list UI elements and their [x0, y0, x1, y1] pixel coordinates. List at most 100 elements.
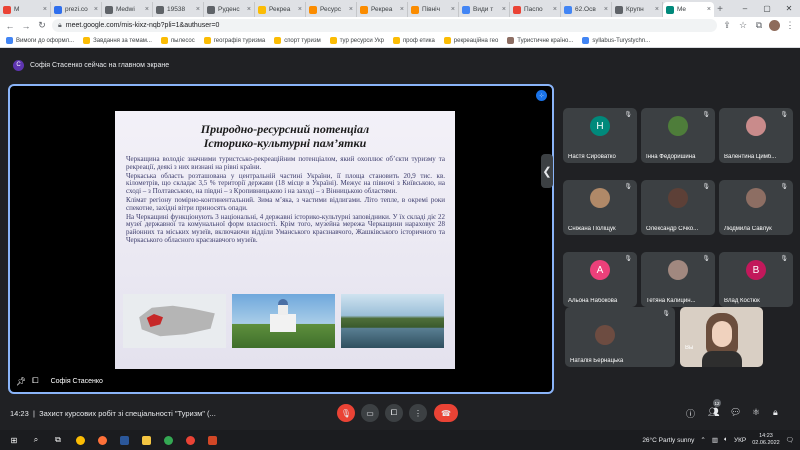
pin-icon[interactable]: 📌︎	[16, 377, 26, 386]
tab-close-icon[interactable]: ×	[604, 6, 608, 13]
search-icon[interactable]: ⌕	[28, 433, 44, 447]
tab-close-icon[interactable]: ×	[247, 6, 251, 13]
bookmark-item[interactable]: географія туризма	[203, 37, 265, 44]
tab-close-icon[interactable]: ×	[145, 6, 149, 13]
bookmark-item[interactable]: Туристичне країно...	[507, 37, 573, 44]
tab-close-icon[interactable]: ×	[553, 6, 557, 13]
bookmark-item[interactable]: проф етика	[392, 37, 435, 44]
participant-tile[interactable]: 🎙︎ Тетяна Калицин...	[641, 252, 715, 307]
maximize-icon[interactable]: ▢	[756, 4, 778, 13]
browser-tab[interactable]: Me ×	[663, 2, 714, 17]
browser-tab[interactable]: Рекреа ×	[255, 2, 306, 17]
browser-tab[interactable]: prezi.co ×	[51, 2, 102, 17]
notifications-icon[interactable]: 🗨︎	[786, 436, 794, 444]
bookmark-label: пылесос	[170, 37, 195, 44]
chrome-active-icon[interactable]	[182, 433, 198, 447]
self-video-tile[interactable]: Вы	[680, 307, 763, 367]
back-icon[interactable]: ←	[4, 20, 16, 32]
extensions-icon[interactable]: ⧉	[753, 20, 765, 32]
tab-label: M	[14, 6, 20, 13]
tab-close-icon[interactable]: ×	[707, 6, 711, 13]
tab-close-icon[interactable]: ×	[655, 6, 659, 13]
presenter-name: Софія Стасенко	[50, 377, 103, 385]
participant-tile[interactable]: 🎙︎ Н Настя Сироватко	[563, 108, 637, 163]
clock[interactable]: 14:23 02.06.2022	[752, 433, 780, 447]
meeting-controls: 14:23 | Захист курсових робіт зі спеціал…	[0, 402, 800, 424]
bookmark-item[interactable]: Завдання за темам...	[83, 37, 152, 44]
browser-tab[interactable]: M ×	[0, 2, 51, 17]
tab-close-icon[interactable]: ×	[94, 6, 98, 13]
participant-tile[interactable]: 🎙︎ Інна Федоришина	[641, 108, 715, 163]
tab-close-icon[interactable]: ×	[298, 6, 302, 13]
close-window-icon[interactable]: ✕	[778, 4, 800, 13]
browser-tab[interactable]: Крупн ×	[612, 2, 663, 17]
activities-icon[interactable]: ⚛︎	[752, 407, 760, 418]
collapse-chevron-icon[interactable]: ❮	[541, 154, 553, 188]
tab-close-icon[interactable]: ×	[196, 6, 200, 13]
tray-arrow-icon[interactable]: ⌃	[700, 436, 705, 444]
meeting-details-icon[interactable]: ⓘ	[686, 407, 695, 420]
chrome-alt-icon[interactable]	[160, 433, 176, 447]
forward-icon[interactable]: →	[20, 20, 32, 32]
word-icon[interactable]	[116, 433, 132, 447]
firefox-icon[interactable]	[94, 433, 110, 447]
chat-icon[interactable]: 💬︎	[730, 407, 741, 418]
weather-widget[interactable]: 26°C Partly sunny	[642, 437, 694, 444]
browser-tab[interactable]: Рекреа ×	[357, 2, 408, 17]
people-icon[interactable]: 👥︎	[708, 407, 719, 418]
browser-tab[interactable]: Північ ×	[408, 2, 459, 17]
reload-icon[interactable]: ↻	[36, 20, 48, 32]
bookmark-item[interactable]: рекреаційна гео	[443, 37, 498, 44]
more-options-button[interactable]: ⋮	[409, 404, 427, 422]
participant-tile[interactable]: 🎙︎ В Влад Костюк	[719, 252, 793, 307]
language-indicator[interactable]: УКР	[734, 437, 746, 444]
browser-tab[interactable]: Medwi ×	[102, 2, 153, 17]
network-icon[interactable]: ▥	[712, 436, 718, 444]
volume-icon[interactable]: 🔈︎	[724, 436, 728, 444]
leave-call-button[interactable]: ☎︎	[434, 404, 458, 422]
tab-close-icon[interactable]: ×	[502, 6, 506, 13]
main-presentation-tile[interactable]: ⁘ Природно-ресурсний потенціал Історико-…	[8, 84, 554, 394]
bookmark-item[interactable]: тур ресурси Укр	[329, 37, 384, 44]
browser-tab[interactable]: Ресурс ×	[306, 2, 357, 17]
bookmark-item[interactable]: Вимоги до оформл...	[6, 37, 74, 44]
powerpoint-icon[interactable]	[204, 433, 220, 447]
url-input[interactable]: 🔒︎ meet.google.com/mis-kixz-nqb?pli=1&au…	[52, 19, 717, 32]
tab-close-icon[interactable]: ×	[400, 6, 404, 13]
tab-close-icon[interactable]: ×	[349, 6, 353, 13]
new-tab-button[interactable]: +	[714, 2, 726, 17]
browser-menu-icon[interactable]: ⋮	[784, 20, 796, 32]
chrome-icon[interactable]	[72, 433, 88, 447]
participant-tile[interactable]: 🎙︎ Наталія Бернацька	[565, 307, 675, 367]
host-controls-icon[interactable]: 🔒︎	[773, 407, 778, 418]
browser-tab[interactable]: Види т ×	[459, 2, 510, 17]
mic-off-button[interactable]: 🎙︎	[337, 404, 355, 422]
browser-tab[interactable]: 19538 ×	[153, 2, 204, 17]
layout-icon[interactable]: ⁘	[536, 90, 547, 101]
participant-tile[interactable]: 🎙︎ А Альона Набокова	[563, 252, 637, 307]
browser-tab[interactable]: Паспо ×	[510, 2, 561, 17]
minimize-icon[interactable]: –	[734, 4, 756, 13]
tab-close-icon[interactable]: ×	[43, 6, 47, 13]
bookmark-star-icon[interactable]: ☆	[737, 20, 749, 32]
browser-tab[interactable]: Руденс ×	[204, 2, 255, 17]
windows-start-icon[interactable]: ⊞	[6, 433, 22, 447]
participant-tile[interactable]: 🎙︎ Олександр Січко...	[641, 180, 715, 235]
participant-tile[interactable]: 🎙︎ Валентина Цимб...	[719, 108, 793, 163]
browser-tab[interactable]: 62.Осв ×	[561, 2, 612, 17]
file-explorer-icon[interactable]	[138, 433, 154, 447]
participant-tile[interactable]: 🎙︎ Людмила Савлук	[719, 180, 793, 235]
task-view-icon[interactable]: ⧉	[50, 433, 66, 447]
participant-tile[interactable]: 🎙︎ Сніжана Поліщук	[563, 180, 637, 235]
bookmark-item[interactable]: пылесос	[160, 37, 195, 44]
camera-button[interactable]: ▭	[361, 404, 379, 422]
bookmark-item[interactable]: syllabus-Turystychn...	[582, 37, 650, 44]
meeting-time: 14:23	[10, 408, 29, 418]
bookmark-favicon-icon	[160, 37, 168, 44]
url-text: meet.google.com/mis-kixz-nqb?pli=1&authu…	[65, 22, 220, 29]
profile-avatar[interactable]	[769, 20, 780, 31]
tab-close-icon[interactable]: ×	[451, 6, 455, 13]
present-now-button[interactable]: ⧠	[385, 404, 403, 422]
share-icon[interactable]: ⇪	[721, 20, 733, 32]
bookmark-item[interactable]: спорт туризм	[274, 37, 321, 44]
